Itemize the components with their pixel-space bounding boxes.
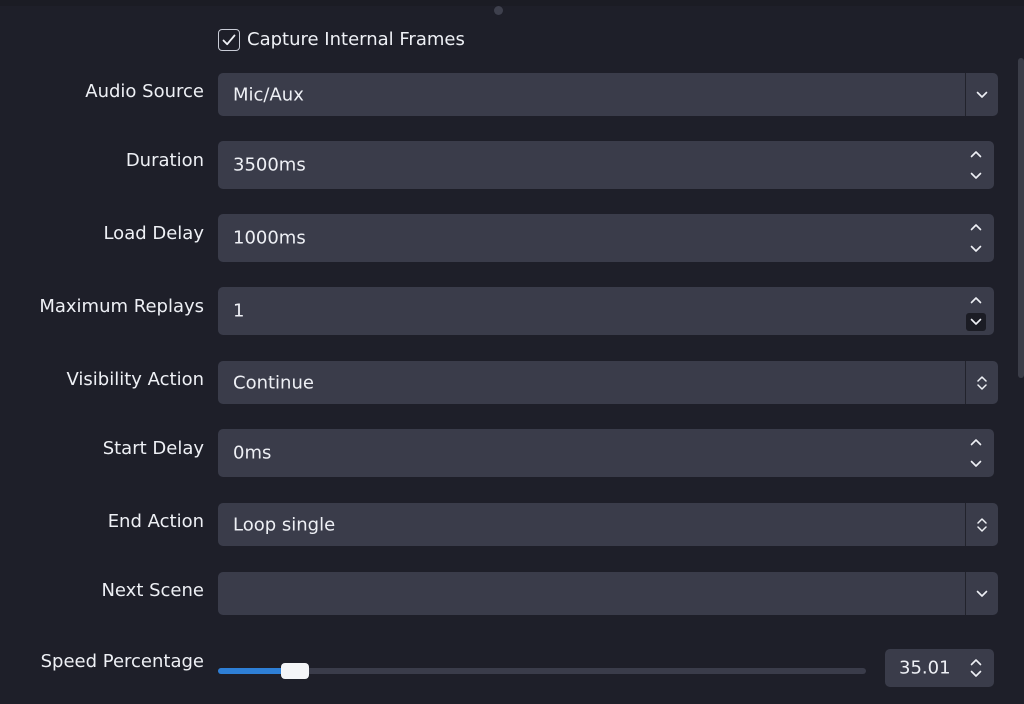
chevron-up-icon	[970, 224, 982, 231]
load-delay-label: Load Delay	[103, 223, 204, 244]
load-delay-decrement-button[interactable]	[966, 240, 986, 258]
start-delay-spinbox[interactable]: 0ms	[218, 429, 994, 477]
chevron-down-icon	[970, 172, 982, 179]
chevron-down-icon	[970, 460, 982, 467]
duration-decrement-button[interactable]	[966, 167, 986, 185]
properties-panel: Capture Internal Frames Audio Source Mic…	[0, 0, 1024, 704]
maximum-replays-spinbox[interactable]: 1	[218, 287, 994, 335]
speed-percentage-slider[interactable]	[218, 663, 866, 679]
scrollbar[interactable]	[1018, 58, 1024, 378]
duration-spinbox[interactable]: 3500ms	[218, 141, 994, 189]
speed-percentage-spinbox[interactable]: 35.01	[885, 649, 994, 687]
duration-label: Duration	[125, 150, 204, 171]
next-scene-label: Next Scene	[101, 580, 204, 601]
start-delay-label: Start Delay	[102, 438, 204, 459]
speed-percentage-label: Speed Percentage	[40, 651, 204, 672]
chevron-updown-icon	[977, 517, 987, 532]
audio-source-label: Audio Source	[85, 81, 204, 102]
end-action-select[interactable]: Loop single	[218, 503, 998, 546]
chevron-updown-icon	[977, 375, 987, 390]
speed-percentage-decrement-button[interactable]	[966, 665, 986, 683]
end-action-dropdown-button[interactable]	[966, 503, 998, 546]
load-delay-value: 1000ms	[233, 227, 306, 249]
chevron-down-icon	[976, 91, 988, 98]
capture-internal-frames-label[interactable]: Capture Internal Frames	[247, 29, 465, 50]
capture-internal-frames-checkbox[interactable]	[218, 29, 240, 51]
maximum-replays-value: 1	[233, 300, 245, 322]
load-delay-spinbox[interactable]: 1000ms	[218, 214, 994, 262]
drag-handle-dot[interactable]	[494, 6, 503, 15]
audio-source-select[interactable]: Mic/Aux	[218, 73, 998, 116]
chevron-down-icon	[970, 245, 982, 252]
chevron-down-icon	[970, 318, 982, 325]
chevron-up-icon	[970, 439, 982, 446]
chevron-down-icon	[976, 590, 988, 597]
slider-handle[interactable]	[281, 663, 309, 679]
chevron-up-icon	[970, 297, 982, 304]
start-delay-value: 0ms	[233, 442, 272, 464]
chevron-up-icon	[970, 151, 982, 158]
next-scene-select[interactable]	[218, 572, 998, 615]
visibility-action-value: Continue	[233, 372, 314, 393]
duration-increment-button[interactable]	[966, 145, 986, 163]
visibility-action-dropdown-button[interactable]	[966, 361, 998, 404]
maximum-replays-decrement-button[interactable]	[966, 313, 986, 331]
end-action-label: End Action	[107, 511, 204, 532]
audio-source-dropdown-button[interactable]	[966, 73, 998, 116]
maximum-replays-label: Maximum Replays	[39, 296, 204, 317]
checkmark-icon	[222, 34, 236, 46]
chevron-down-icon	[970, 670, 982, 677]
speed-percentage-value: 35.01	[899, 657, 951, 679]
start-delay-increment-button[interactable]	[966, 433, 986, 451]
audio-source-value: Mic/Aux	[233, 84, 304, 105]
start-delay-decrement-button[interactable]	[966, 455, 986, 473]
load-delay-increment-button[interactable]	[966, 218, 986, 236]
visibility-action-select[interactable]: Continue	[218, 361, 998, 404]
end-action-value: Loop single	[233, 514, 336, 535]
duration-value: 3500ms	[233, 154, 306, 176]
next-scene-dropdown-button[interactable]	[966, 572, 998, 615]
visibility-action-label: Visibility Action	[66, 369, 204, 390]
top-strip	[0, 0, 1024, 6]
maximum-replays-increment-button[interactable]	[966, 291, 986, 309]
